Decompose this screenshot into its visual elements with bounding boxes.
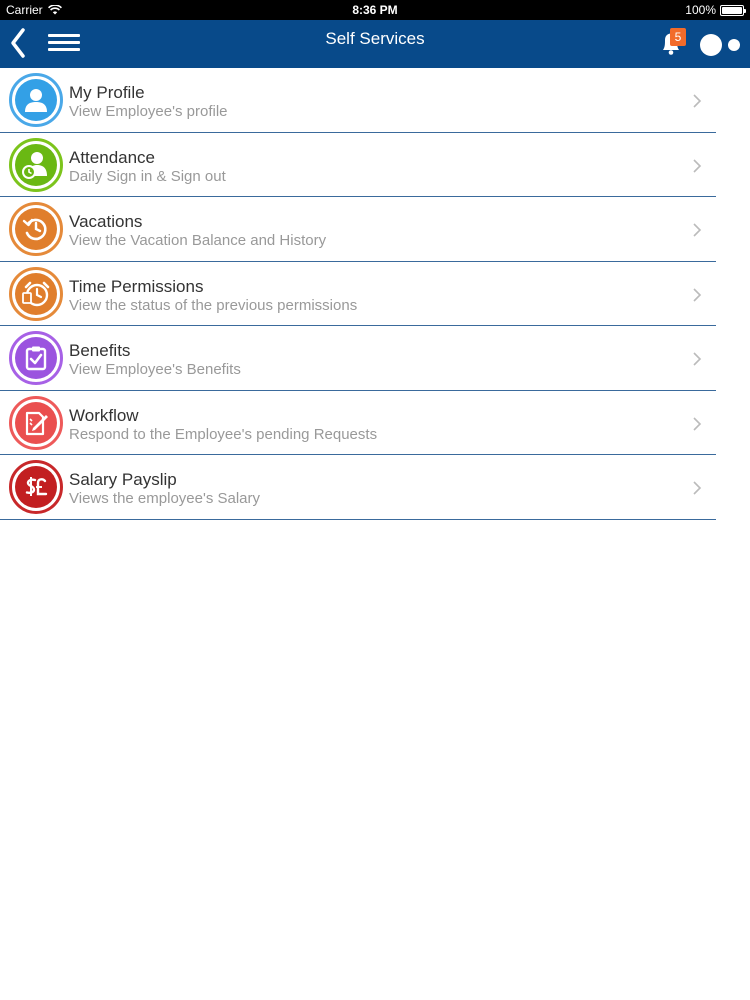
- item-icon-ring: [9, 73, 63, 127]
- chevron-right-icon: [693, 481, 702, 495]
- person-clock-icon: [15, 143, 57, 186]
- item-subtitle: View Employee's profile: [69, 103, 228, 120]
- chevron-right-icon: [693, 158, 702, 173]
- history-icon: [15, 208, 57, 250]
- item-subtitle: View the status of the previous permissi…: [69, 296, 358, 314]
- item-icon-ring: [9, 137, 63, 192]
- item-title: Benefits: [69, 341, 131, 360]
- list-item-benefits[interactable]: Benefits View Employee's Benefits: [0, 326, 716, 391]
- toggle-button[interactable]: [698, 32, 744, 58]
- item-title: Workflow: [69, 405, 139, 425]
- services-list: My Profile View Employee's profile Atten…: [0, 68, 716, 520]
- toggle-icon: [700, 34, 740, 56]
- chevron-right-icon: [693, 94, 702, 108]
- item-icon-ring: [9, 266, 63, 321]
- item-title: My Profile: [69, 83, 145, 102]
- item-subtitle: View the Vacation Balance and History: [69, 232, 327, 249]
- currency-icon: [15, 466, 57, 508]
- item-title: Time Permissions: [69, 276, 204, 296]
- list-item-vacations[interactable]: Vacations View the Vacation Balance and …: [0, 197, 716, 262]
- item-title: Vacations: [69, 212, 143, 231]
- battery-group: 100%: [685, 3, 746, 17]
- battery-icon: [720, 4, 746, 16]
- list-item-attendance[interactable]: Attendance Daily Sign in & Sign out: [0, 133, 716, 197]
- chevron-left-icon: [11, 28, 25, 58]
- clipboard-check-icon: [15, 337, 57, 379]
- item-subtitle: View Employee's Benefits: [69, 361, 241, 378]
- list-item-salary-payslip[interactable]: Salary Payslip Views the employee's Sala…: [0, 455, 716, 520]
- item-subtitle: Daily Sign in & Sign out: [69, 167, 226, 185]
- chevron-right-icon: [693, 416, 702, 431]
- item-subtitle: Respond to the Employee's pending Reques…: [69, 425, 378, 443]
- item-subtitle: Views the employee's Salary: [69, 490, 261, 507]
- item-icon-ring: [9, 460, 63, 514]
- battery-percent: 100%: [685, 3, 716, 17]
- list-item-time-permissions[interactable]: Time Permissions View the status of the …: [0, 262, 716, 326]
- alarm-clock-icon: [15, 272, 57, 315]
- item-title: Salary Payslip: [69, 470, 177, 489]
- menu-button[interactable]: [48, 34, 80, 54]
- status-time: 8:36 PM: [352, 3, 398, 17]
- person-icon: [15, 79, 57, 121]
- item-icon-ring: [9, 202, 63, 256]
- chevron-right-icon: [693, 223, 702, 237]
- chevron-right-icon: [693, 287, 702, 302]
- hamburger-menu-icon: [48, 34, 80, 51]
- chevron-right-icon: [693, 352, 702, 366]
- list-item-my-profile[interactable]: My Profile View Employee's profile: [0, 68, 716, 133]
- page-title: Self Services: [325, 29, 425, 48]
- item-title: Attendance: [69, 147, 156, 167]
- document-edit-icon: [15, 401, 57, 444]
- status-bar: Carrier 8:36 PM 100%: [0, 0, 750, 20]
- notification-badge: 5: [670, 28, 686, 46]
- item-icon-ring: [9, 395, 63, 450]
- list-item-workflow[interactable]: Workflow Respond to the Employee's pendi…: [0, 391, 716, 455]
- back-button[interactable]: [6, 26, 32, 60]
- item-icon-ring: [9, 331, 63, 385]
- nav-bar: Self Services 5: [0, 20, 750, 68]
